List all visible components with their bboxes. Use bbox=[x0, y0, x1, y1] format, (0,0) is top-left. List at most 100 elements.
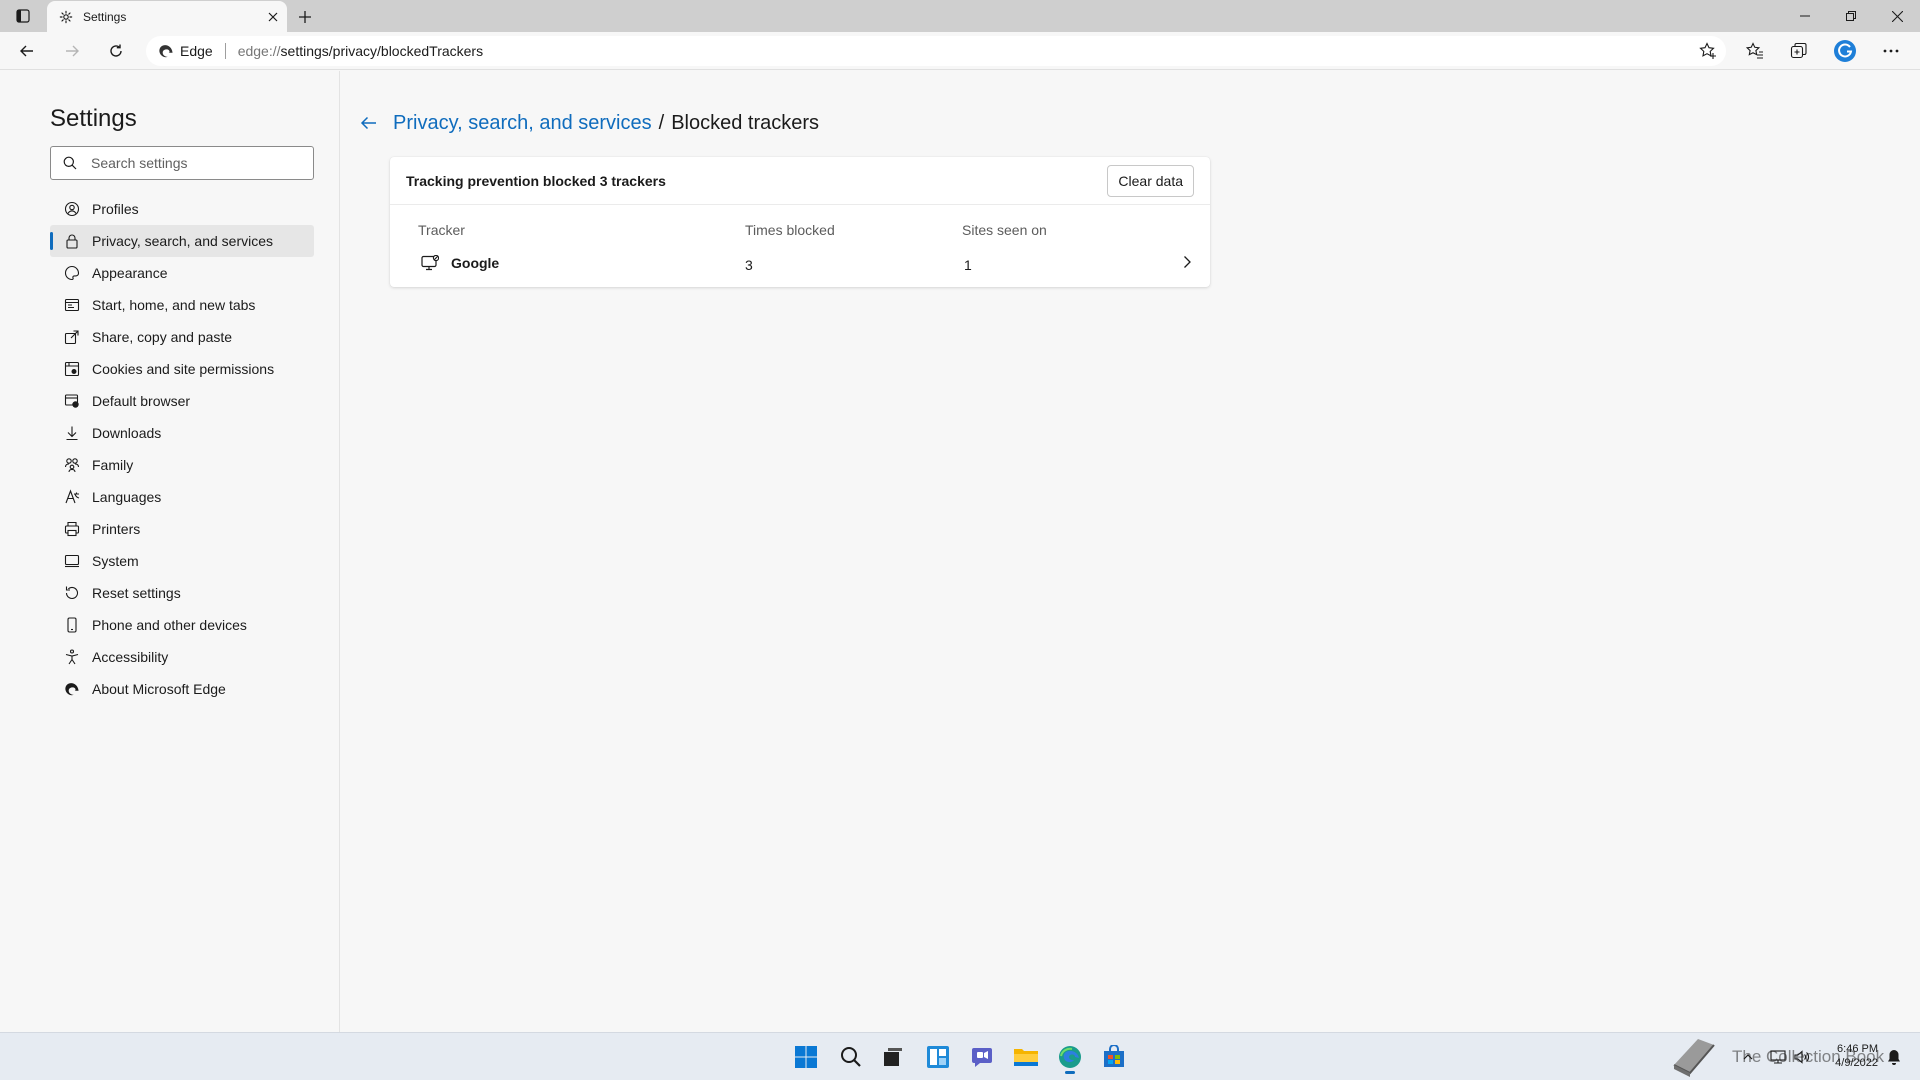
printer-icon bbox=[64, 521, 80, 537]
back-icon[interactable] bbox=[12, 36, 42, 66]
browser-icon bbox=[64, 393, 80, 409]
sidebar-item-label: Share, copy and paste bbox=[92, 329, 233, 345]
clear-data-button[interactable]: Clear data bbox=[1107, 165, 1194, 197]
sidebar-item-label: Phone and other devices bbox=[92, 617, 247, 633]
new-tab-button[interactable] bbox=[292, 4, 318, 30]
profile-icon bbox=[64, 201, 80, 217]
sidebar-item[interactable]: Downloads bbox=[50, 417, 314, 449]
appearance-icon bbox=[64, 265, 80, 281]
more-options-icon[interactable] bbox=[1876, 36, 1906, 66]
close-tab-icon[interactable] bbox=[259, 3, 287, 31]
sidebar-item-label: Languages bbox=[92, 489, 162, 505]
sidebar-item[interactable]: Default browser bbox=[50, 385, 314, 417]
sidebar-item-label: Printers bbox=[92, 521, 141, 537]
sidebar-item[interactable]: Printers bbox=[50, 513, 314, 545]
windows-taskbar: The Collection Book 6:46 PM 4/9/2022 bbox=[0, 1032, 1920, 1080]
sidebar-item-label: Downloads bbox=[92, 425, 162, 441]
search-icon[interactable] bbox=[833, 1039, 869, 1075]
sidebar-item[interactable]: Cookies and site permissions bbox=[50, 353, 314, 385]
network-icon[interactable] bbox=[1770, 1049, 1786, 1065]
accessibility-icon bbox=[64, 649, 80, 665]
restore-icon[interactable] bbox=[1828, 0, 1874, 32]
favorites-icon[interactable] bbox=[1740, 36, 1770, 66]
sidebar-item-label: Cookies and site permissions bbox=[92, 361, 275, 377]
search-icon bbox=[63, 156, 77, 170]
back-arrow-icon[interactable] bbox=[357, 111, 381, 135]
sites-seen-value: 1 bbox=[964, 257, 972, 273]
minimize-icon[interactable] bbox=[1782, 0, 1828, 32]
breadcrumb-parent-link[interactable]: Privacy, search, and services bbox=[393, 112, 652, 135]
start-icon[interactable] bbox=[788, 1039, 824, 1075]
edge-icon[interactable] bbox=[1052, 1039, 1088, 1075]
breadcrumb: Privacy, search, and services / Blocked … bbox=[357, 111, 819, 135]
clock-time: 6:46 PM bbox=[1837, 1043, 1878, 1055]
blocked-trackers-card: Tracking prevention blocked 3 trackers C… bbox=[390, 157, 1210, 287]
url-path: settings/privacy/blockedTrackers bbox=[280, 43, 484, 59]
column-header-tracker: Tracker bbox=[418, 222, 465, 238]
search-input[interactable] bbox=[91, 155, 291, 171]
forward-icon[interactable] bbox=[57, 36, 87, 66]
settings-main: Privacy, search, and services / Blocked … bbox=[341, 71, 1920, 1032]
tab-title: Settings bbox=[83, 9, 127, 24]
sidebar-item-label: Default browser bbox=[92, 393, 191, 409]
tab-actions-icon[interactable] bbox=[13, 6, 33, 26]
chevron-right-icon[interactable] bbox=[1182, 255, 1192, 269]
phone-icon bbox=[64, 617, 80, 633]
system-icon bbox=[64, 553, 80, 569]
sidebar-item-label: Accessibility bbox=[92, 649, 169, 665]
sidebar-item[interactable]: Share, copy and paste bbox=[50, 321, 314, 353]
book-icon bbox=[1668, 1035, 1720, 1079]
store-icon[interactable] bbox=[1096, 1039, 1132, 1075]
add-favorite-icon[interactable] bbox=[1693, 36, 1723, 66]
edge-logo-icon bbox=[158, 43, 174, 59]
volume-icon[interactable] bbox=[1794, 1049, 1810, 1065]
chat-icon[interactable] bbox=[964, 1039, 1000, 1075]
file-explorer-icon[interactable] bbox=[1008, 1039, 1044, 1075]
sidebar-item-label: Reset settings bbox=[92, 585, 181, 601]
table-row[interactable]: Google 3 1 bbox=[390, 243, 1210, 283]
sidebar-item[interactable]: About Microsoft Edge bbox=[50, 673, 314, 705]
column-header-sites-seen: Sites seen on bbox=[962, 222, 1047, 238]
task-view-icon[interactable] bbox=[875, 1039, 911, 1075]
share-icon bbox=[64, 329, 80, 345]
times-blocked-value: 3 bbox=[745, 257, 753, 273]
sidebar-item-label: Profiles bbox=[92, 201, 139, 217]
close-window-icon[interactable] bbox=[1874, 0, 1920, 32]
collections-icon[interactable] bbox=[1784, 36, 1814, 66]
sidebar-item[interactable]: System bbox=[50, 545, 314, 577]
tab-settings[interactable]: Settings bbox=[47, 1, 287, 32]
sidebar-item[interactable]: Family bbox=[50, 449, 314, 481]
address-bar[interactable]: Edge edge://settings/privacy/blockedTrac… bbox=[146, 36, 1726, 66]
sidebar-item-label: Start, home, and new tabs bbox=[92, 297, 256, 313]
profile-avatar-icon[interactable] bbox=[1830, 36, 1860, 66]
sidebar-item[interactable]: Start, home, and new tabs bbox=[50, 289, 314, 321]
sidebar-item-label: Family bbox=[92, 457, 134, 473]
sidebar-item[interactable]: Privacy, search, and services bbox=[50, 225, 314, 257]
sidebar-item[interactable]: Languages bbox=[50, 481, 314, 513]
title-bar: Settings bbox=[0, 0, 1920, 32]
sidebar-item[interactable]: Accessibility bbox=[50, 641, 314, 673]
reset-icon bbox=[64, 585, 80, 601]
sidebar-item[interactable]: Profiles bbox=[50, 193, 314, 225]
card-header: Tracking prevention blocked 3 trackers C… bbox=[390, 157, 1210, 205]
sidebar-item[interactable]: Appearance bbox=[50, 257, 314, 289]
search-settings-box[interactable] bbox=[50, 146, 314, 180]
widgets-icon[interactable] bbox=[920, 1039, 956, 1075]
lock-icon bbox=[64, 233, 80, 249]
settings-sidebar: Settings Profiles Privacy, search, and se… bbox=[0, 71, 340, 1032]
url-text[interactable]: edge://settings/privacy/blockedTrackers bbox=[238, 43, 483, 59]
settings-nav: Profiles Privacy, search, and services App… bbox=[50, 193, 314, 705]
start-page-icon bbox=[64, 297, 80, 313]
clock-date: 4/9/2022 bbox=[1835, 1057, 1878, 1069]
edge-logo-icon bbox=[64, 681, 80, 697]
download-icon bbox=[64, 425, 80, 441]
address-separator bbox=[224, 43, 226, 59]
sidebar-item[interactable]: Reset settings bbox=[50, 577, 314, 609]
refresh-icon[interactable] bbox=[101, 36, 131, 66]
tracker-icon bbox=[421, 255, 439, 271]
sidebar-item[interactable]: Phone and other devices bbox=[50, 609, 314, 641]
gear-icon bbox=[59, 10, 73, 24]
taskbar-clock[interactable]: 6:46 PM 4/9/2022 bbox=[1826, 1042, 1878, 1070]
chevron-up-icon[interactable] bbox=[1740, 1049, 1756, 1065]
notification-icon[interactable] bbox=[1886, 1049, 1902, 1065]
